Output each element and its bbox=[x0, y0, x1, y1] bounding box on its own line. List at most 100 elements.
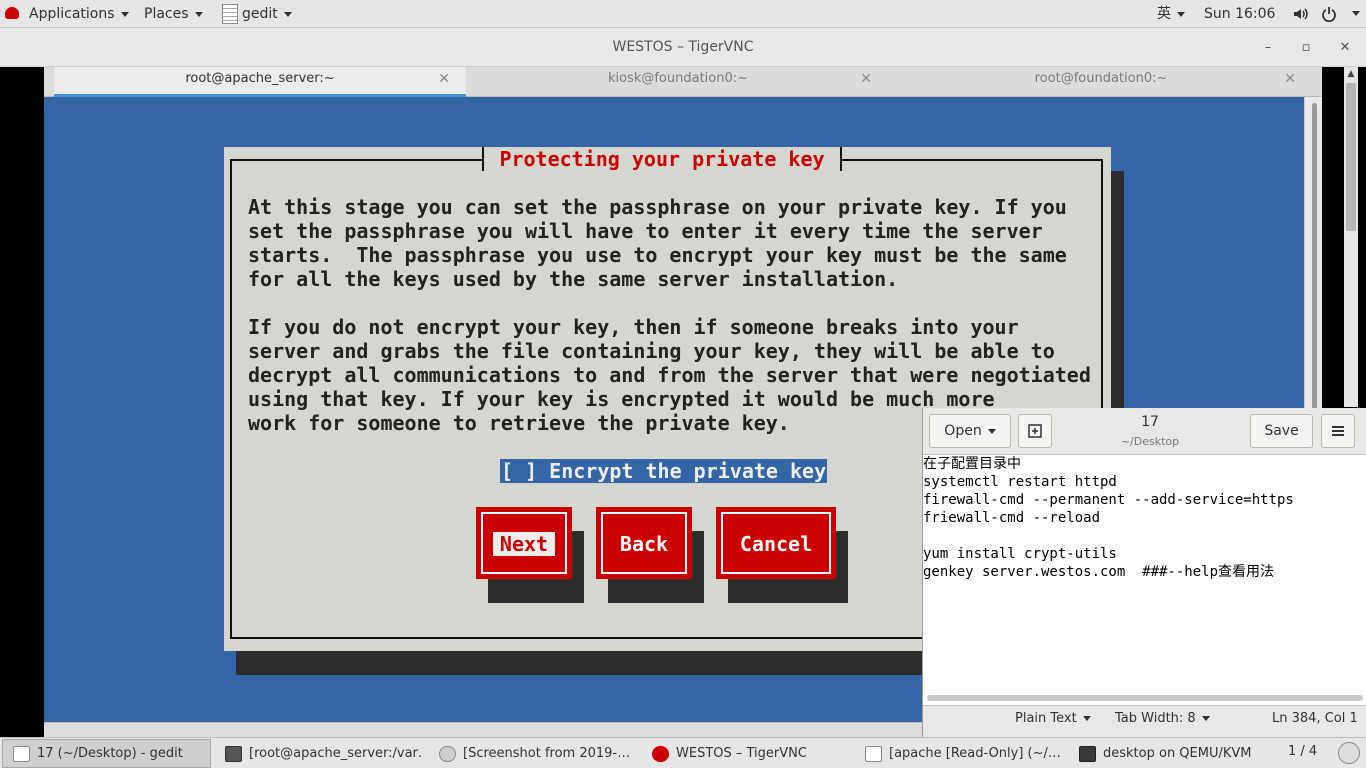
gedit-title: 17 bbox=[1141, 414, 1159, 430]
task-label: 17 (~/Desktop) - gedit bbox=[37, 746, 183, 761]
maximize-button[interactable]: ▫ bbox=[1295, 28, 1317, 67]
desktop: Applications Places gedit 英 Sun 16:06 WE… bbox=[0, 0, 1366, 768]
task-label: [root@apache_server:/var… bbox=[249, 746, 424, 761]
scrollbar-thumb[interactable] bbox=[1346, 83, 1356, 231]
gedit-subtitle: ~/Desktop bbox=[1120, 435, 1180, 448]
clock[interactable]: Sun 16:06 bbox=[1204, 0, 1275, 28]
app-menu[interactable]: gedit bbox=[222, 0, 292, 28]
tab-root-foundation0[interactable]: root@foundation0:~ ✕ bbox=[890, 67, 1312, 97]
power-icon[interactable] bbox=[1321, 0, 1337, 28]
chevron-down-icon bbox=[1177, 11, 1185, 17]
task-label: desktop on QEMU/KVM bbox=[1103, 746, 1252, 761]
workspace-indicator[interactable]: 1 / 4 bbox=[1288, 744, 1317, 759]
next-button-frame: Next bbox=[481, 512, 567, 574]
cancel-button[interactable]: Cancel bbox=[716, 507, 836, 579]
task-tigervnc[interactable]: WESTOS – TigerVNC bbox=[641, 739, 851, 768]
tigervnc-icon bbox=[652, 746, 669, 762]
text-line: yum install crypt-utils bbox=[923, 546, 1117, 562]
tab-kiosk-foundation0[interactable]: kiosk@foundation0:~ ✕ bbox=[468, 67, 888, 97]
top-bar: Applications Places gedit 英 Sun 16:06 bbox=[0, 0, 1366, 28]
encrypt-key-checkbox[interactable]: [ ] Encrypt the private key bbox=[500, 459, 828, 483]
cancel-label: Cancel bbox=[739, 532, 813, 556]
next-button[interactable]: Next bbox=[476, 507, 572, 579]
workspace-switcher-icon[interactable] bbox=[1338, 742, 1360, 764]
minimize-button[interactable]: – bbox=[1257, 28, 1279, 67]
task-apache-readonly[interactable]: [apache [Read-Only] (~/… bbox=[854, 739, 1064, 768]
tab-label: kiosk@foundation0:~ bbox=[607, 71, 749, 86]
volume-icon[interactable] bbox=[1292, 0, 1308, 28]
input-method-menu[interactable]: 英 bbox=[1157, 0, 1185, 28]
message-line: server and grabs the file containing you… bbox=[248, 339, 1055, 363]
open-button[interactable]: Open bbox=[929, 414, 1011, 448]
terminal-icon bbox=[225, 746, 242, 762]
gedit-headerbar: Open 17 ~/Desktop Save bbox=[923, 408, 1366, 455]
chevron-down-icon bbox=[283, 11, 292, 17]
text-line: 在子配置目录中 bbox=[923, 456, 1021, 472]
back-button-frame: Back bbox=[601, 512, 687, 574]
tab-label: root@foundation0:~ bbox=[1034, 71, 1168, 86]
scroll-up-icon[interactable]: ▲ bbox=[1344, 67, 1358, 81]
places-label: Places bbox=[144, 6, 189, 22]
places-menu[interactable]: Places bbox=[144, 0, 203, 28]
open-label: Open bbox=[944, 423, 982, 439]
window-list: 17 (~/Desktop) - gedit [root@apache_serv… bbox=[0, 737, 1366, 768]
gedit-icon bbox=[865, 746, 882, 762]
save-button[interactable]: Save bbox=[1250, 414, 1313, 448]
tab-root-apache-server[interactable]: root@apache_server:~ ✕ bbox=[54, 67, 466, 97]
message-line: If you do not encrypt your key, then if … bbox=[248, 315, 1019, 339]
language-selector[interactable]: Plain Text bbox=[1015, 706, 1091, 732]
system-menu-chevron-icon[interactable] bbox=[1352, 11, 1360, 16]
text-line: firewall-cmd --permanent --add-service=h… bbox=[923, 492, 1294, 508]
new-document-icon bbox=[1028, 424, 1042, 438]
vnc-scrollbar[interactable]: ▲ bbox=[1322, 67, 1366, 407]
menu-button[interactable] bbox=[1321, 414, 1355, 448]
task-gedit[interactable]: 17 (~/Desktop) - gedit bbox=[2, 739, 211, 768]
gedit-icon bbox=[222, 4, 238, 24]
tab-width-selector[interactable]: Tab Width: 8 bbox=[1115, 706, 1210, 732]
task-screenshot[interactable]: [Screenshot from 2019-… bbox=[428, 739, 638, 768]
tab-close-icon[interactable]: ✕ bbox=[860, 67, 872, 91]
chevron-down-icon bbox=[120, 11, 129, 17]
close-button[interactable]: ✕ bbox=[1334, 28, 1356, 67]
redhat-logo-icon bbox=[5, 7, 19, 19]
task-label: [apache [Read-Only] (~/… bbox=[889, 746, 1061, 761]
tab-close-icon[interactable]: ✕ bbox=[438, 67, 450, 91]
vnc-left-margin bbox=[0, 67, 44, 737]
tab-width-label: Tab Width: 8 bbox=[1115, 711, 1196, 726]
vnc-window-title: WESTOS – TigerVNC bbox=[612, 39, 754, 55]
text-line: genkey server.westos.com ###--help查看用法 bbox=[923, 564, 1275, 580]
applications-menu[interactable]: Applications bbox=[29, 0, 129, 28]
message-line: decrypt all communications to and from t… bbox=[248, 363, 1091, 387]
cursor-position: Ln 384, Col 1 bbox=[1272, 711, 1358, 726]
message-line: for all the keys used by the same server… bbox=[248, 267, 899, 291]
message-line: At this stage you can set the passphrase… bbox=[248, 195, 1067, 219]
gedit-statusbar: Plain Text Tab Width: 8 Ln 384, Col 1 bbox=[923, 705, 1366, 737]
back-label: Back bbox=[619, 532, 669, 556]
task-label: [Screenshot from 2019-… bbox=[463, 746, 631, 761]
tab-label: root@apache_server:~ bbox=[185, 71, 335, 86]
language-label: Plain Text bbox=[1015, 711, 1077, 726]
new-tab-button[interactable] bbox=[1018, 414, 1052, 448]
task-terminal[interactable]: [root@apache_server:/var… bbox=[214, 739, 424, 768]
dialog-title: Protecting your private key bbox=[482, 147, 842, 171]
app-menu-label: gedit bbox=[242, 6, 278, 22]
gedit-text-view[interactable]: 在子配置目录中 systemctl restart httpd firewall… bbox=[923, 455, 1366, 693]
message-line: set the passphrase you will have to ente… bbox=[248, 219, 1043, 243]
chevron-down-icon bbox=[194, 11, 203, 17]
cancel-button-frame: Cancel bbox=[721, 512, 831, 574]
horizontal-scrollbar[interactable] bbox=[927, 695, 1363, 701]
next-label: Next bbox=[492, 532, 556, 556]
applications-label: Applications bbox=[29, 6, 115, 22]
task-label: WESTOS – TigerVNC bbox=[676, 746, 807, 761]
chevron-down-icon bbox=[1082, 716, 1091, 721]
vnc-window-titlebar: WESTOS – TigerVNC – ▫ ✕ bbox=[0, 28, 1366, 67]
hamburger-icon bbox=[1332, 426, 1344, 438]
task-virt-viewer[interactable]: desktop on QEMU/KVM bbox=[1068, 739, 1278, 768]
text-line: friewall-cmd --reload bbox=[923, 510, 1101, 526]
gedit-icon bbox=[13, 746, 30, 762]
tab-close-icon[interactable]: ✕ bbox=[1284, 67, 1296, 91]
back-button[interactable]: Back bbox=[596, 507, 692, 579]
input-method-label: 英 bbox=[1157, 6, 1171, 22]
terminal-tab-bar: root@apache_server:~ ✕ kiosk@foundation0… bbox=[44, 67, 1322, 97]
